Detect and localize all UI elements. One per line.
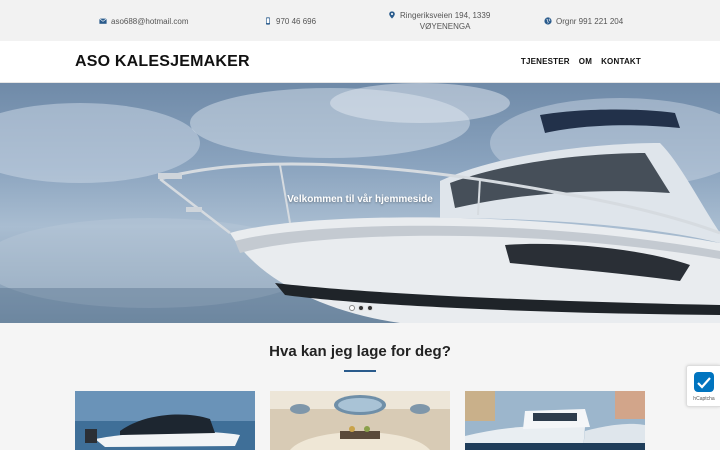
marina-boats-image — [465, 391, 645, 450]
slider-dot-3[interactable] — [367, 305, 373, 311]
envelope-icon — [99, 18, 107, 24]
email-info[interactable]: aso688@hotmail.com — [99, 16, 189, 27]
slider-dot-1[interactable] — [349, 305, 355, 311]
email-text: aso688@hotmail.com — [111, 17, 189, 26]
orgnr-info: Orgnr 991 221 204 — [544, 16, 623, 27]
address-line1: Ringeriksveien 194, 1339 — [400, 11, 491, 20]
boat-cover-image — [75, 391, 255, 450]
hcaptcha-logo-icon — [694, 372, 714, 392]
phone-icon — [266, 17, 270, 25]
top-info-bar: aso688@hotmail.com 970 46 696 Ringeriksv… — [0, 0, 720, 41]
boat-interior-image — [270, 391, 450, 450]
globe-icon — [544, 17, 552, 25]
main-nav: TJENESTER OM KONTAKT — [521, 57, 641, 66]
address-info: Ringeriksveien 194, 1339 VØYENENGA — [388, 10, 490, 32]
hero-title: Velkommen til vår hjemmeside — [287, 194, 433, 205]
hero-slider[interactable]: Velkommen til vår hjemmeside — [0, 83, 720, 323]
phone-info[interactable]: 970 46 696 — [264, 16, 316, 27]
nav-link-tjenester[interactable]: TJENESTER — [521, 57, 570, 66]
site-header: ASO KALESJEMAKER TJENESTER OM KONTAKT — [0, 41, 720, 83]
nav-link-om[interactable]: OM — [579, 57, 592, 66]
service-card-1[interactable] — [75, 391, 255, 450]
service-card-2[interactable] — [270, 391, 450, 450]
orgnr-text: Orgnr 991 221 204 — [556, 17, 624, 26]
service-card-3[interactable] — [465, 391, 645, 450]
hcaptcha-label: hCaptcha — [693, 396, 715, 402]
address-line2: VØYENENGA — [419, 22, 471, 31]
services-heading: Hva kan jeg lage for deg? — [269, 343, 451, 360]
slider-dot-2[interactable] — [358, 305, 364, 311]
heading-underline — [344, 370, 376, 372]
slider-dots — [349, 305, 373, 311]
site-logo[interactable]: ASO KALESJEMAKER — [75, 53, 250, 71]
nav-link-kontakt[interactable]: KONTAKT — [601, 57, 641, 66]
phone-text: 970 46 696 — [276, 17, 317, 26]
map-marker-icon — [389, 11, 395, 19]
hcaptcha-badge[interactable]: hCaptcha — [686, 365, 720, 407]
